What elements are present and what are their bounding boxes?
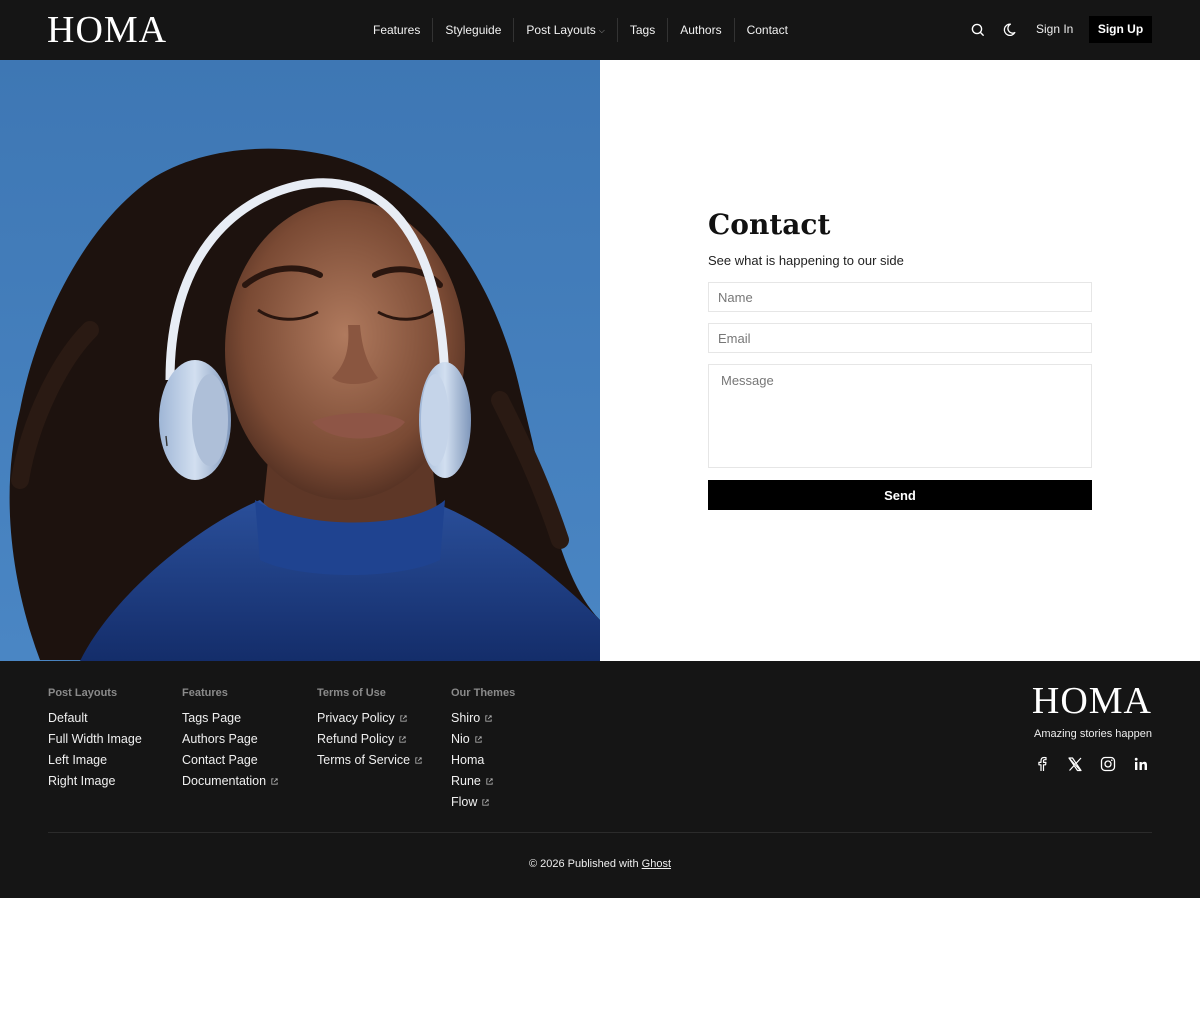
footer-column-title: Post Layouts [48,687,118,699]
nav-contact[interactable]: Contact [733,18,800,42]
search-icon[interactable] [968,20,988,40]
footer-link-label: Refund Policy [317,732,395,746]
footer-link-documentation[interactable]: Documentation [182,771,279,792]
footer-column-post-layouts: Post Layouts Default Full Width Image Le… [48,686,142,792]
hero-image [0,60,600,661]
footer-link-authors-page[interactable]: Authors Page [182,729,279,750]
page-title: Contact [708,208,831,241]
footer-link-label: Privacy Policy [317,711,395,725]
footer-link-label: Default [48,711,88,725]
name-field[interactable] [708,282,1092,312]
site-header: HOMA Features Styleguide Post Layouts ⌵ T… [0,0,1200,60]
footer-link-label: Homa [451,753,485,767]
nav-label: Authors [680,23,722,37]
nav-features[interactable]: Features [361,18,432,42]
footer-link-label: Documentation [182,774,267,788]
footer-link-label: Full Width Image [48,732,142,746]
footer-link-flow[interactable]: Flow [451,792,515,813]
external-link-icon [486,778,493,785]
footer-column-title: Terms of Use [317,687,386,699]
footer-tagline: Amazing stories happen [1033,728,1152,740]
email-field[interactable] [708,323,1092,353]
footer-link-label: Flow [451,795,478,809]
linkedin-icon[interactable] [1132,755,1150,773]
footer-link-refund-policy[interactable]: Refund Policy [317,729,423,750]
footer-link-label: Authors Page [182,732,258,746]
footer-link-shiro[interactable]: Shiro [451,708,515,729]
footer-column-our-themes: Our Themes Shiro Nio Homa Rune Flow [451,686,515,813]
footer-link-label: Rune [451,774,481,788]
moon-icon[interactable] [1001,20,1021,40]
nav-label: Styleguide [445,23,502,37]
footer-link-left-image[interactable]: Left Image [48,750,142,771]
footer-link-label: Nio [451,732,470,746]
footer-link-terms-of-service[interactable]: Terms of Service [317,750,423,771]
nav-post-layouts[interactable]: Post Layouts ⌵ [513,18,616,42]
footer-link-contact-page[interactable]: Contact Page [182,750,279,771]
external-link-icon [399,736,406,743]
footer-link-full-width-image[interactable]: Full Width Image [48,729,142,750]
nav-authors[interactable]: Authors [667,18,733,42]
footer-column-terms: Terms of Use Privacy Policy Refund Polic… [317,686,423,771]
footer-logo[interactable]: HOMA [1032,681,1152,721]
page-subtitle: See what is happening to our side [708,253,904,268]
footer-link-default[interactable]: Default [48,708,142,729]
footer-link-label: Terms of Service [317,753,411,767]
external-link-icon [475,736,482,743]
footer-divider [48,832,1152,833]
message-field[interactable] [708,364,1092,468]
site-logo[interactable]: HOMA [47,10,167,50]
nav-tags[interactable]: Tags [616,18,667,42]
footer-link-right-image[interactable]: Right Image [48,771,142,792]
main-nav: Features Styleguide Post Layouts ⌵ Tags A… [361,18,800,42]
x-icon[interactable] [1066,755,1084,773]
nav-label: Contact [746,23,788,37]
site-footer: Post Layouts Default Full Width Image Le… [0,661,1200,898]
facebook-icon[interactable] [1033,755,1051,773]
nav-label: Post Layouts [526,23,596,37]
external-link-icon [271,778,278,785]
footer-link-rune[interactable]: Rune [451,771,515,792]
contact-section: Contact See what is happening to our sid… [708,207,1092,510]
nav-label: Tags [629,23,656,37]
copyright: © 2026 Published with Ghost [0,858,1200,870]
footer-link-homa[interactable]: Homa [451,750,515,771]
portrait-illustration [0,60,600,661]
sign-up-button[interactable]: Sign Up [1089,16,1152,43]
external-link-icon [482,799,490,806]
footer-column-title: Our Themes [451,687,516,699]
nav-label: Features [373,23,421,37]
external-link-icon [485,715,492,722]
chevron-down-icon: ⌵ [598,25,605,35]
external-link-icon [400,715,407,722]
footer-column-title: Features [182,687,228,699]
footer-link-label: Left Image [48,753,108,767]
footer-link-tags-page[interactable]: Tags Page [182,708,279,729]
copyright-text: © 2026 Published with [528,858,639,870]
sign-in-link[interactable]: Sign In [1036,22,1073,36]
footer-link-label: Tags Page [182,711,242,725]
footer-link-label: Right Image [48,774,116,788]
nav-styleguide[interactable]: Styleguide [432,18,513,42]
send-button[interactable]: Send [708,480,1092,510]
instagram-icon[interactable] [1099,755,1117,773]
footer-link-nio[interactable]: Nio [451,729,515,750]
footer-link-label: Shiro [451,711,481,725]
footer-link-label: Contact Page [182,753,258,767]
ghost-link[interactable]: Ghost [642,858,671,870]
footer-link-privacy-policy[interactable]: Privacy Policy [317,708,423,729]
footer-column-features: Features Tags Page Authors Page Contact … [182,686,279,792]
external-link-icon [415,757,422,764]
